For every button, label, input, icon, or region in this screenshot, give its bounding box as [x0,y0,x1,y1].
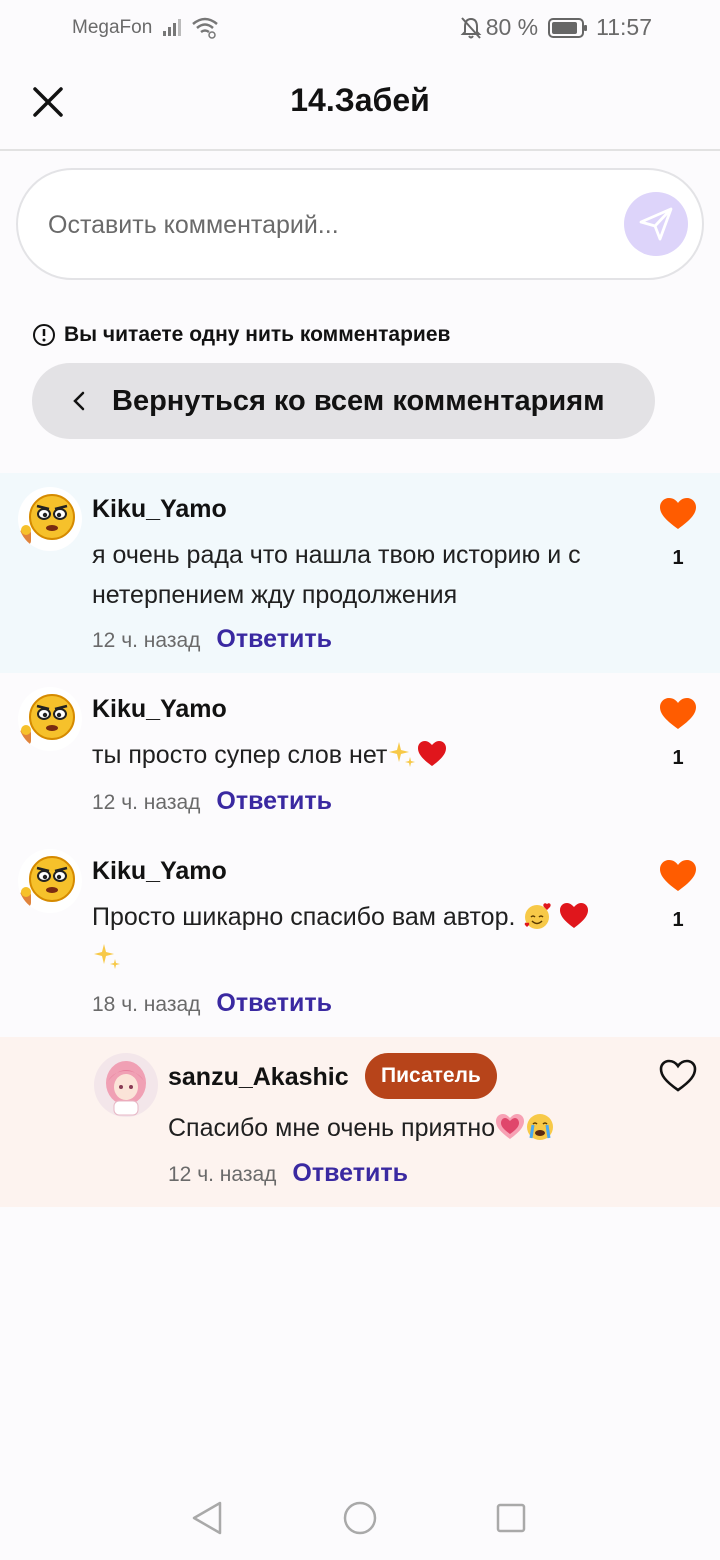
comment-text: Спасибо мне очень приятно [168,1114,496,1142]
like-count: 1 [672,547,684,569]
heart-outline-icon [659,1059,697,1092]
crying-face-icon [527,1114,554,1140]
heart-filled-icon [660,860,696,891]
sparkles-icon [94,944,120,969]
reply-button[interactable]: Ответить [216,787,332,816]
system-nav-bar [0,1476,720,1560]
clock: 11:57 [596,14,652,40]
like-count: 1 [672,909,684,931]
comment-username[interactable]: Kiku_Yamo [92,857,227,886]
header: 14.Забей [0,56,720,151]
smiling-face-hearts-icon [525,903,552,929]
comment-text-row: Просто шикарно спасибо вам автор. [92,897,602,977]
battery-icon [548,17,588,38]
comment-username[interactable]: sanzu_Akashic [168,1063,349,1092]
like-button[interactable] [658,1059,698,1093]
carrier-name: MegaFon [72,17,153,38]
nav-recents-icon[interactable] [495,1502,527,1534]
send-icon [639,207,673,241]
chevron-left-icon [73,391,85,411]
comment-meta: 12 ч. назад Ответить [168,1159,408,1188]
send-button[interactable] [624,192,688,256]
like-button[interactable]: 1 [658,497,698,570]
like-count: 1 [672,747,684,769]
back-to-all-comments-button[interactable]: Вернуться ко всем комментариям [32,363,655,439]
red-heart-icon [418,741,447,766]
comment-time: 12 ч. назад [92,629,201,652]
nav-back-icon[interactable] [190,1500,224,1536]
thread-notice-text: Вы читаете одну нить комментариев [64,323,451,346]
bell-off-icon [460,16,482,39]
comment-meta: 12 ч. назад Ответить [92,787,332,816]
avatar[interactable] [18,849,82,913]
nav-home-icon[interactable] [342,1500,378,1536]
wifi-icon [192,17,218,39]
comment-text-row: ты просто супер слов нет [92,735,632,775]
status-bar: MegaFon 80 % 11:57 [0,0,720,56]
comment-input[interactable] [48,200,608,250]
writer-badge: Писатель [365,1053,497,1099]
comment-time: 18 ч. назад [92,993,201,1016]
comment-item: Kiku_Yamo ты просто супер слов нет 12 ч.… [0,673,720,835]
like-button[interactable]: 1 [658,859,698,932]
comment-meta: 18 ч. назад Ответить [92,989,332,1018]
signal-icon [163,19,181,36]
avatar[interactable] [18,487,82,551]
reply-button[interactable]: Ответить [216,625,332,654]
red-heart-icon [560,903,589,928]
comment-item-author: sanzu_Akashic Писатель Спасибо мне очень… [0,1037,720,1207]
sparkles-icon [389,742,416,767]
comment-username[interactable]: Kiku_Yamo [92,695,227,724]
info-icon [33,324,55,346]
comment-meta: 12 ч. назад Ответить [92,625,332,654]
back-label: Вернуться ко всем комментариям [112,384,605,417]
growing-heart-icon [496,1114,525,1139]
comment-time: 12 ч. назад [92,791,201,814]
comment-text-row: Спасибо мне очень приятно [168,1108,628,1148]
thread-notice: Вы читаете одну нить комментариев [32,323,450,347]
avatar[interactable] [18,687,82,751]
comment-text: Просто шикарно спасибо вам автор. [92,903,516,931]
comment-item: Kiku_Yamo Просто шикарно спасибо вам авт… [0,835,720,1037]
comment-text: ты просто супер слов нет [92,741,388,769]
page-title: 14.Забей [290,82,430,118]
heart-filled-icon [660,698,696,729]
avatar[interactable] [94,1053,158,1117]
reply-button[interactable]: Ответить [292,1159,408,1188]
like-button[interactable]: 1 [658,697,698,770]
comment-username[interactable]: Kiku_Yamo [92,495,227,524]
comment-item: Kiku_Yamo я очень рада что нашла твою ис… [0,473,720,673]
comment-box [16,168,704,280]
reply-button[interactable]: Ответить [216,989,332,1018]
battery-percent: 80 % [485,14,539,40]
heart-filled-icon [660,498,696,529]
comment-time: 12 ч. назад [168,1163,277,1186]
comment-text: я очень рада что нашла твою историю и с … [92,541,581,609]
